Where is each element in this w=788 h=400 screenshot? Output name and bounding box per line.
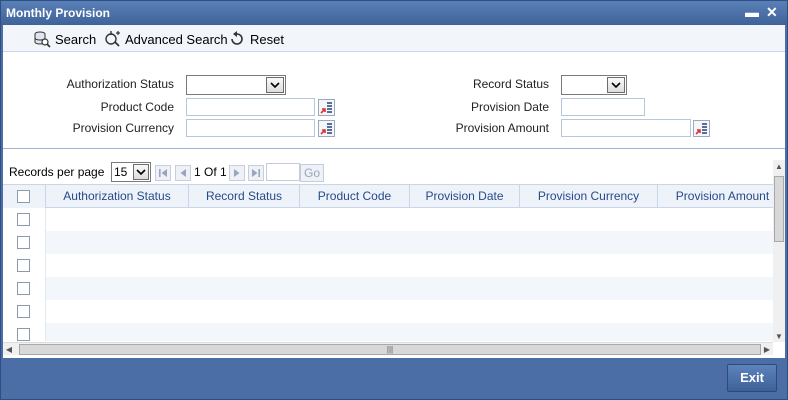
vertical-scrollbar[interactable]: ▲ ▼ [773,160,785,342]
search-icon [33,30,51,48]
next-page-icon[interactable] [229,165,245,181]
column-header-record-status[interactable]: Record Status [189,185,300,208]
search-criteria-panel: Authorization Status Product Code Provis… [3,53,785,149]
row-checkbox[interactable] [17,282,30,295]
select-all-cell [3,185,46,208]
column-header-provision-currency[interactable]: Provision Currency [520,185,658,208]
provision-amount-lov-icon[interactable] [693,120,710,137]
advanced-search-label: Advanced Search [125,31,228,47]
product-code-lov-icon[interactable] [318,99,335,116]
scroll-up-icon[interactable]: ▲ [773,160,785,172]
toolbar: Search Advanced Search Reset [3,25,785,52]
monthly-provision-window: Monthly Provision ▬ ✕ Search Advanced Se… [0,0,788,400]
table-row[interactable] [3,300,773,323]
minimize-icon[interactable]: ▬ [745,4,759,20]
record-status-select[interactable] [561,75,627,95]
advanced-search-button[interactable]: Advanced Search [103,29,228,49]
scroll-left-icon[interactable]: ◀ [3,343,15,356]
results-table: Authorization Status Record Status Produ… [3,184,773,341]
column-header-product-code[interactable]: Product Code [300,185,410,208]
record-status-label: Record Status [472,77,549,91]
provision-currency-field[interactable] [186,119,315,137]
table-row[interactable] [3,323,773,341]
records-per-page-label: Records per page [9,165,105,179]
vertical-scroll-thumb[interactable] [774,176,784,242]
row-select-cell [3,208,46,231]
content-area: Search Advanced Search Reset Authorizati… [3,25,785,358]
chevron-down-icon [266,77,284,93]
reset-label: Reset [250,31,284,47]
product-code-field[interactable] [186,98,315,116]
exit-button[interactable]: Exit [727,364,777,392]
authorization-status-select[interactable] [186,75,286,95]
row-checkbox[interactable] [17,328,30,341]
table-row[interactable] [3,231,773,254]
scroll-down-icon[interactable]: ▼ [773,330,785,342]
column-header-authorization-status[interactable]: Authorization Status [46,185,189,208]
last-page-icon[interactable] [248,165,264,181]
reset-icon [228,30,246,48]
table-row[interactable] [3,254,773,277]
column-header-provision-amount[interactable]: Provision Amount [658,185,773,208]
scroll-right-icon[interactable]: ▶ [761,343,773,356]
reset-button[interactable]: Reset [228,29,284,49]
window-title: Monthly Provision [6,6,111,20]
row-checkbox[interactable] [17,305,30,318]
provision-amount-label: Provision Amount [455,121,549,135]
row-select-cell [3,231,46,254]
table-header: Authorization Status Record Status Produ… [3,185,773,208]
goto-page-input[interactable] [266,163,300,181]
pagination-bar: Records per page 15 1 Of 1 Go [3,160,773,184]
provision-date-label: Provision Date [470,100,549,114]
provision-currency-label: Provision Currency [72,121,174,135]
provision-currency-lov-icon[interactable] [318,120,335,137]
column-header-provision-date[interactable]: Provision Date [410,185,520,208]
chevron-down-icon [133,164,149,180]
advanced-search-icon [103,30,121,48]
title-bar: Monthly Provision ▬ ✕ [1,1,787,25]
table-row[interactable] [3,208,773,231]
row-checkbox[interactable] [17,259,30,272]
search-label: Search [55,31,97,47]
close-icon[interactable]: ✕ [766,4,778,20]
horizontal-scroll-thumb[interactable]: ||| [19,344,761,355]
records-per-page-select[interactable]: 15 [111,162,151,182]
provision-date-field[interactable] [561,98,645,116]
row-checkbox[interactable] [17,236,30,249]
page-info: 1 Of 1 [194,165,227,179]
row-select-cell [3,300,46,323]
authorization-status-label: Authorization Status [66,77,174,91]
previous-page-icon[interactable] [175,165,191,181]
product-code-label: Product Code [100,100,174,114]
records-per-page-value: 15 [114,165,128,179]
go-button[interactable]: Go [300,164,324,182]
row-select-cell [3,254,46,277]
table-row[interactable] [3,277,773,300]
search-button[interactable]: Search [33,29,96,49]
row-select-cell [3,323,46,341]
select-all-checkbox[interactable] [17,190,30,203]
first-page-icon[interactable] [155,165,171,181]
chevron-down-icon [607,77,625,93]
row-select-cell [3,277,46,300]
horizontal-scrollbar[interactable]: ◀ ||| ▶ [3,342,773,355]
row-checkbox[interactable] [17,213,30,226]
provision-amount-field[interactable] [561,119,691,137]
